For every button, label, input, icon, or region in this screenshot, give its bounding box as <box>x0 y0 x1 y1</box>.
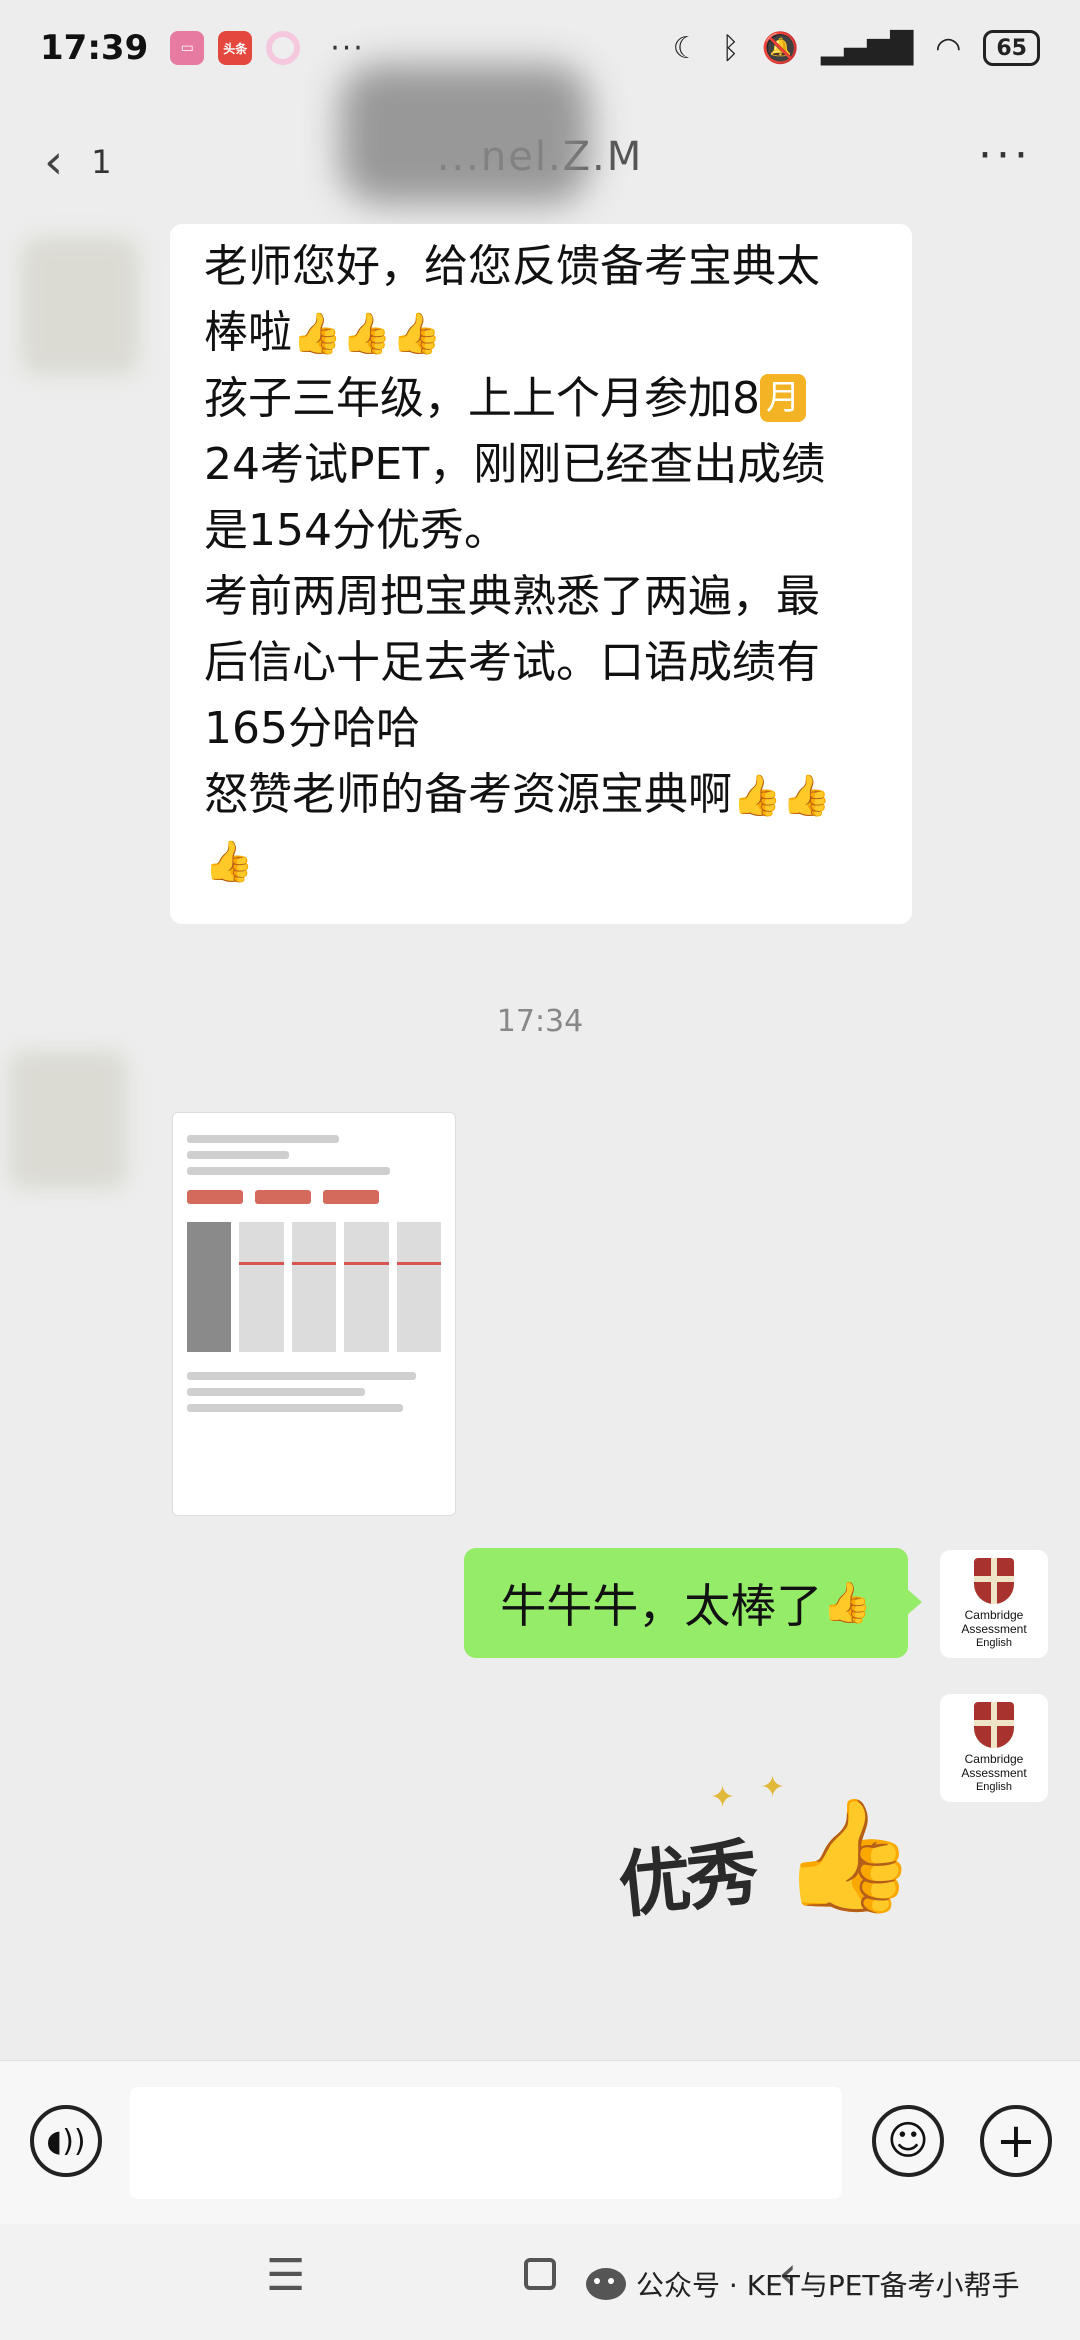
time-divider: 17:34 <box>496 1004 584 1039</box>
message-line: 老师您好，给您反馈备考宝典太 <box>204 241 820 292</box>
notification-app-icon <box>266 31 301 65</box>
message-line: 24考试PET，刚刚已经查出成绩 <box>204 439 826 490</box>
thumbs-up-icon: 👍 <box>780 1791 917 1919</box>
image-detail <box>187 1151 289 1159</box>
emoji-button[interactable]: ☺ <box>872 2105 944 2177</box>
mute-icon: 🔕 <box>761 30 799 66</box>
image-detail <box>187 1167 391 1175</box>
home-icon[interactable] <box>524 2258 556 2290</box>
message-line: 孩子三年级，上上个月参加8 月 <box>204 366 878 432</box>
system-nav-bar: ☰ ‹ 公众号 · KET与PET备考小帮手 <box>0 2224 1080 2340</box>
more-notifications-icon: ··· <box>330 30 365 66</box>
thumbs-up-icon: 👍👍 <box>732 773 832 819</box>
message-line: 棒啦👍👍👍 <box>204 307 442 358</box>
toutiao-app-icon: 头条 <box>218 31 253 65</box>
image-detail <box>187 1404 403 1412</box>
menu-icon[interactable]: ☰ <box>266 2250 305 2301</box>
wechat-icon <box>586 2268 626 2300</box>
sticker-text: 优秀 <box>614 1829 759 1928</box>
moon-icon: ☾ <box>672 30 700 66</box>
bluetooth-icon: ᛒ <box>721 30 740 66</box>
image-detail <box>187 1372 416 1380</box>
image-detail <box>187 1189 441 1208</box>
signal-icon: ▂▄▆█ <box>820 30 914 66</box>
avatar-text: Cambridge Assessment English <box>961 1752 1027 1793</box>
plus-icon: + <box>995 2113 1037 2169</box>
excellent-sticker[interactable]: ✦ ✦ 优秀 👍 <box>610 1770 917 1950</box>
battery-icon: 65 <box>983 30 1040 66</box>
image-detail <box>187 1135 340 1143</box>
message-line: 考前两周把宝典熟悉了两遍，最 <box>204 571 820 622</box>
emoji-icon: ☺ <box>887 2118 929 2164</box>
image-detail <box>187 1222 442 1352</box>
sent-message-bubble[interactable]: 牛牛牛，太棒了 👍 <box>464 1548 922 1658</box>
thumbs-up-icon: 👍👍👍 <box>292 311 442 357</box>
message-line: 后信心十足去考试。口语成绩有 <box>204 637 820 688</box>
bilibili-app-icon: ▭ <box>170 31 205 65</box>
image-detail <box>187 1388 365 1396</box>
cambridge-shield-icon <box>974 1558 1014 1604</box>
month-calendar-icon: 月 <box>760 374 806 422</box>
status-time: 17:39 <box>40 28 149 68</box>
voice-icon: ◖)) <box>46 2123 86 2159</box>
avatar-text: Cambridge Assessment English <box>961 1608 1027 1649</box>
message-line: 165分哈哈 <box>204 703 420 754</box>
contact-avatar[interactable] <box>8 1050 128 1190</box>
redacted-name-blur <box>340 64 590 204</box>
score-report-image[interactable] <box>172 1112 456 1516</box>
input-bar: ◖)) ☺ + <box>0 2060 1080 2224</box>
voice-button[interactable]: ◖)) <box>30 2105 102 2177</box>
message-line: 👍 <box>204 828 878 894</box>
watermark: 公众号 · KET与PET备考小帮手 <box>586 2264 1020 2304</box>
wifi-icon: ◠ <box>935 30 962 66</box>
my-avatar[interactable]: Cambridge Assessment English <box>940 1694 1048 1802</box>
thumbs-up-icon: 👍 <box>822 1580 872 1626</box>
cambridge-shield-icon <box>974 1702 1014 1748</box>
sent-message-text: 牛牛牛，太棒了 <box>500 1579 823 1633</box>
more-options-icon[interactable]: ··· <box>978 130 1032 181</box>
watermark-text: 公众号 · KET与PET备考小帮手 <box>636 2269 1020 2302</box>
thumbs-up-icon: 👍 <box>204 839 254 885</box>
sparkle-icon: ✦ <box>710 1780 736 1815</box>
my-avatar[interactable]: Cambridge Assessment English <box>940 1550 1048 1658</box>
received-message-bubble[interactable]: 老师您好，给您反馈备考宝典太 棒啦👍👍👍 孩子三年级，上上个月参加8 月 24考试… <box>170 224 912 924</box>
message-line: 是154分优秀。 <box>204 505 508 556</box>
more-actions-button[interactable]: + <box>980 2105 1052 2177</box>
message-line: 怒赞老师的备考资源宝典啊👍👍 <box>204 769 832 820</box>
message-input[interactable] <box>130 2087 842 2199</box>
contact-avatar[interactable] <box>20 236 140 376</box>
